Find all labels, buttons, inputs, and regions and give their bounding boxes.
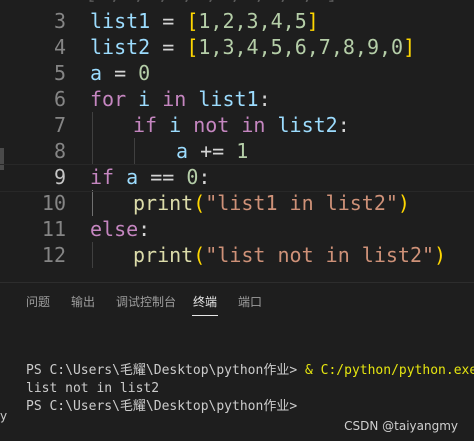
identifier: a: [176, 139, 189, 163]
panel-tab-bar: 问题 输出 调试控制台 终端 端口: [0, 283, 474, 319]
number-literal: 1,2,3,4,5: [198, 9, 307, 33]
identifier: list2: [90, 35, 151, 59]
line-number: 12: [41, 243, 66, 267]
tab-ports[interactable]: 端口: [238, 293, 262, 310]
terminal-output-line: list not in list2: [26, 381, 160, 396]
colon: :: [138, 217, 151, 241]
bottom-panel: 问题 输出 调试控制台 终端 端口 PS C:\Users\毛耀\Desktop…: [0, 282, 474, 441]
keyword: in: [162, 87, 187, 111]
code-line[interactable]: 4 list2 = [1,3,4,5,6,7,8,9,0]: [0, 34, 474, 60]
partial-previous-line: [ , , , , , , , , , ]: [85, 0, 338, 4]
code-line[interactable]: 6 for i in list1:: [0, 86, 474, 112]
line-number: 6: [53, 87, 66, 111]
keyword: for: [90, 87, 127, 111]
line-number: 7: [53, 113, 66, 137]
bracket: (: [193, 243, 206, 267]
function-name: print: [133, 243, 194, 267]
bracket: ]: [306, 9, 319, 33]
string-literal: "list not in list2": [205, 243, 435, 267]
code-line[interactable]: 7 if i not in list2:: [0, 112, 474, 138]
colon: :: [337, 113, 350, 137]
identifier: i: [126, 87, 163, 111]
identifier: a: [114, 165, 139, 189]
function-name: print: [133, 191, 194, 215]
colon: :: [258, 87, 271, 111]
code-line[interactable]: 3 list1 = [1,2,3,4,5]: [0, 8, 474, 34]
code-editor[interactable]: [ , , , , , , , , , ] 3 list1 = [1,2,3,4…: [0, 0, 474, 282]
code-line[interactable]: 8 a += 1: [0, 138, 474, 164]
line-number: 10: [41, 191, 66, 215]
code-line[interactable]: 11 else:: [0, 216, 474, 242]
operator: =: [150, 35, 187, 59]
tab-output[interactable]: 输出: [71, 293, 95, 310]
code-line[interactable]: 12 print("list not in list2"): [0, 242, 474, 268]
identifier: a: [90, 61, 103, 85]
bracket: ): [434, 243, 447, 267]
operator: =: [150, 9, 187, 33]
bracket: (: [193, 191, 206, 215]
line-number: 8: [53, 139, 66, 163]
keyword: if: [90, 165, 115, 189]
string-literal: "list1 in list2": [205, 191, 398, 215]
line-number: 5: [53, 61, 66, 85]
code-line[interactable]: 10 print("list1 in list2"): [0, 190, 474, 216]
code-line[interactable]: 5 a = 0: [0, 60, 474, 86]
tab-debug-console[interactable]: 调试控制台: [116, 293, 176, 310]
bracket: [: [186, 35, 199, 59]
identifier: list2: [265, 113, 338, 137]
code-line-current[interactable]: 9 if a == 0:: [0, 164, 474, 190]
clipped-edge-text: y: [0, 409, 8, 423]
terminal-prompt: PS C:\Users\毛耀\Desktop\python作业>: [26, 363, 305, 378]
keyword: if: [133, 113, 158, 137]
operator: +=: [188, 139, 237, 163]
colon: :: [198, 165, 211, 189]
identifier: i: [157, 113, 194, 137]
bracket: ): [397, 191, 410, 215]
bracket: [: [186, 9, 199, 33]
terminal-command: & C:/python/python.exe: [304, 363, 474, 378]
identifier: list1: [186, 87, 259, 111]
number-literal: 0: [186, 165, 199, 189]
keyword: else: [90, 217, 139, 241]
identifier: list1: [90, 9, 151, 33]
line-number: 11: [41, 217, 66, 241]
terminal-prompt-line: PS C:\Users\毛耀\Desktop\python作业>: [26, 399, 298, 414]
number-literal: 1,3,4,5,6,7,8,9,0: [198, 35, 404, 59]
operator: =: [102, 61, 139, 85]
line-number: 4: [53, 35, 66, 59]
bracket: ]: [403, 35, 416, 59]
watermark: CSDN @taiyangmy: [344, 419, 458, 433]
line-number: 3: [53, 9, 66, 33]
keyword: not in: [193, 113, 266, 137]
number-literal: 0: [138, 61, 151, 85]
active-tab-indicator: [192, 315, 218, 316]
tab-terminal[interactable]: 终端: [193, 293, 217, 310]
tab-problems[interactable]: 问题: [26, 293, 50, 310]
operator: ==: [138, 165, 187, 189]
terminal-line: PS C:\Users\毛耀\Desktop\python作业> & C:/py…: [26, 362, 474, 380]
number-literal: 1: [236, 139, 249, 163]
line-number: 9: [53, 165, 66, 189]
